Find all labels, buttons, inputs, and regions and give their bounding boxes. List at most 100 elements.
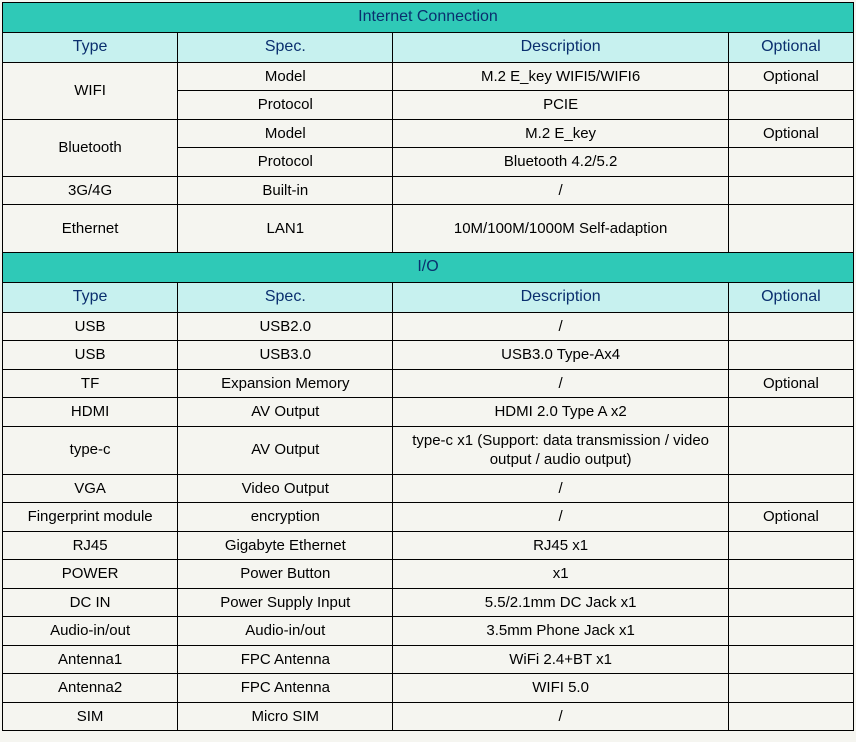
cell-spec: USB2.0 — [178, 312, 393, 341]
cell-optional — [728, 588, 853, 617]
cell-spec: Gigabyte Ethernet — [178, 531, 393, 560]
cell-type: SIM — [3, 702, 178, 731]
cell-type: 3G/4G — [3, 176, 178, 205]
cell-spec: Expansion Memory — [178, 369, 393, 398]
cell-description: / — [393, 176, 728, 205]
cell-optional — [728, 426, 853, 474]
table-row: TFExpansion Memory/Optional — [3, 369, 854, 398]
section-title: I/O — [3, 253, 854, 283]
cell-description: 10M/100M/1000M Self-adaption — [393, 205, 728, 253]
cell-spec: encryption — [178, 503, 393, 532]
cell-optional: Optional — [728, 369, 853, 398]
table-row: USBUSB3.0USB3.0 Type-Ax4 — [3, 341, 854, 370]
table-row: Audio-in/outAudio-in/out3.5mm Phone Jack… — [3, 617, 854, 646]
cell-description: USB3.0 Type-Ax4 — [393, 341, 728, 370]
cell-description: / — [393, 369, 728, 398]
cell-optional — [728, 205, 853, 253]
table-row: type-cAV Outputtype-c x1 (Support: data … — [3, 426, 854, 474]
table-row: 3G/4GBuilt-in/ — [3, 176, 854, 205]
cell-description: WiFi 2.4+BT x1 — [393, 645, 728, 674]
cell-description: Bluetooth 4.2/5.2 — [393, 148, 728, 177]
cell-type: DC IN — [3, 588, 178, 617]
cell-spec: Power Button — [178, 560, 393, 589]
table-row: EthernetLAN110M/100M/1000M Self-adaption — [3, 205, 854, 253]
table-row: Antenna2FPC AntennaWIFI 5.0 — [3, 674, 854, 703]
table-row: WIFIModelM.2 E_key WIFI5/WIFI6Optional — [3, 62, 854, 91]
cell-spec: Protocol — [178, 148, 393, 177]
cell-optional — [728, 645, 853, 674]
cell-spec: Protocol — [178, 91, 393, 120]
table-row: USBUSB2.0/ — [3, 312, 854, 341]
cell-spec: Power Supply Input — [178, 588, 393, 617]
cell-spec: Model — [178, 119, 393, 148]
cell-type: USB — [3, 341, 178, 370]
column-header: Spec. — [178, 32, 393, 62]
cell-spec: AV Output — [178, 426, 393, 474]
cell-description: WIFI 5.0 — [393, 674, 728, 703]
table-row: POWERPower Buttonx1 — [3, 560, 854, 589]
cell-type: Fingerprint module — [3, 503, 178, 532]
cell-optional — [728, 341, 853, 370]
cell-type: type-c — [3, 426, 178, 474]
cell-description: / — [393, 312, 728, 341]
table-row: SIMMicro SIM/ — [3, 702, 854, 731]
cell-optional: Optional — [728, 119, 853, 148]
cell-description: M.2 E_key — [393, 119, 728, 148]
cell-optional — [728, 398, 853, 427]
table-row: BluetoothModelM.2 E_keyOptional — [3, 119, 854, 148]
cell-type: RJ45 — [3, 531, 178, 560]
cell-type: TF — [3, 369, 178, 398]
cell-type: VGA — [3, 474, 178, 503]
cell-spec: Built-in — [178, 176, 393, 205]
cell-type: Bluetooth — [3, 119, 178, 176]
cell-spec: Audio-in/out — [178, 617, 393, 646]
cell-description: 5.5/2.1mm DC Jack x1 — [393, 588, 728, 617]
cell-description: type-c x1 (Support: data transmission / … — [393, 426, 728, 474]
column-header: Description — [393, 32, 728, 62]
column-header: Spec. — [178, 282, 393, 312]
cell-spec: FPC Antenna — [178, 674, 393, 703]
cell-type: Audio-in/out — [3, 617, 178, 646]
column-header: Description — [393, 282, 728, 312]
cell-type: USB — [3, 312, 178, 341]
column-header: Type — [3, 282, 178, 312]
cell-spec: AV Output — [178, 398, 393, 427]
cell-optional — [728, 312, 853, 341]
cell-description: RJ45 x1 — [393, 531, 728, 560]
cell-optional — [728, 617, 853, 646]
table-row: DC INPower Supply Input5.5/2.1mm DC Jack… — [3, 588, 854, 617]
cell-description: / — [393, 702, 728, 731]
cell-optional — [728, 176, 853, 205]
section-title: Internet Connection — [3, 3, 854, 33]
cell-type: Antenna1 — [3, 645, 178, 674]
cell-optional: Optional — [728, 62, 853, 91]
cell-spec: USB3.0 — [178, 341, 393, 370]
cell-optional — [728, 702, 853, 731]
cell-spec: Video Output — [178, 474, 393, 503]
cell-optional — [728, 148, 853, 177]
table-row: Fingerprint moduleencryption/Optional — [3, 503, 854, 532]
cell-description: / — [393, 503, 728, 532]
cell-type: HDMI — [3, 398, 178, 427]
cell-spec: FPC Antenna — [178, 645, 393, 674]
cell-optional — [728, 560, 853, 589]
cell-type: Antenna2 — [3, 674, 178, 703]
cell-spec: Model — [178, 62, 393, 91]
cell-description: PCIE — [393, 91, 728, 120]
column-header: Optional — [728, 32, 853, 62]
table-row: HDMIAV OutputHDMI 2.0 Type A x2 — [3, 398, 854, 427]
cell-optional — [728, 474, 853, 503]
cell-spec: LAN1 — [178, 205, 393, 253]
cell-optional: Optional — [728, 503, 853, 532]
spec-table: Internet ConnectionTypeSpec.DescriptionO… — [2, 2, 854, 731]
cell-type: Ethernet — [3, 205, 178, 253]
cell-optional — [728, 91, 853, 120]
cell-description: x1 — [393, 560, 728, 589]
column-header: Optional — [728, 282, 853, 312]
column-header: Type — [3, 32, 178, 62]
cell-description: 3.5mm Phone Jack x1 — [393, 617, 728, 646]
cell-description: / — [393, 474, 728, 503]
table-row: VGAVideo Output/ — [3, 474, 854, 503]
cell-description: M.2 E_key WIFI5/WIFI6 — [393, 62, 728, 91]
cell-spec: Micro SIM — [178, 702, 393, 731]
